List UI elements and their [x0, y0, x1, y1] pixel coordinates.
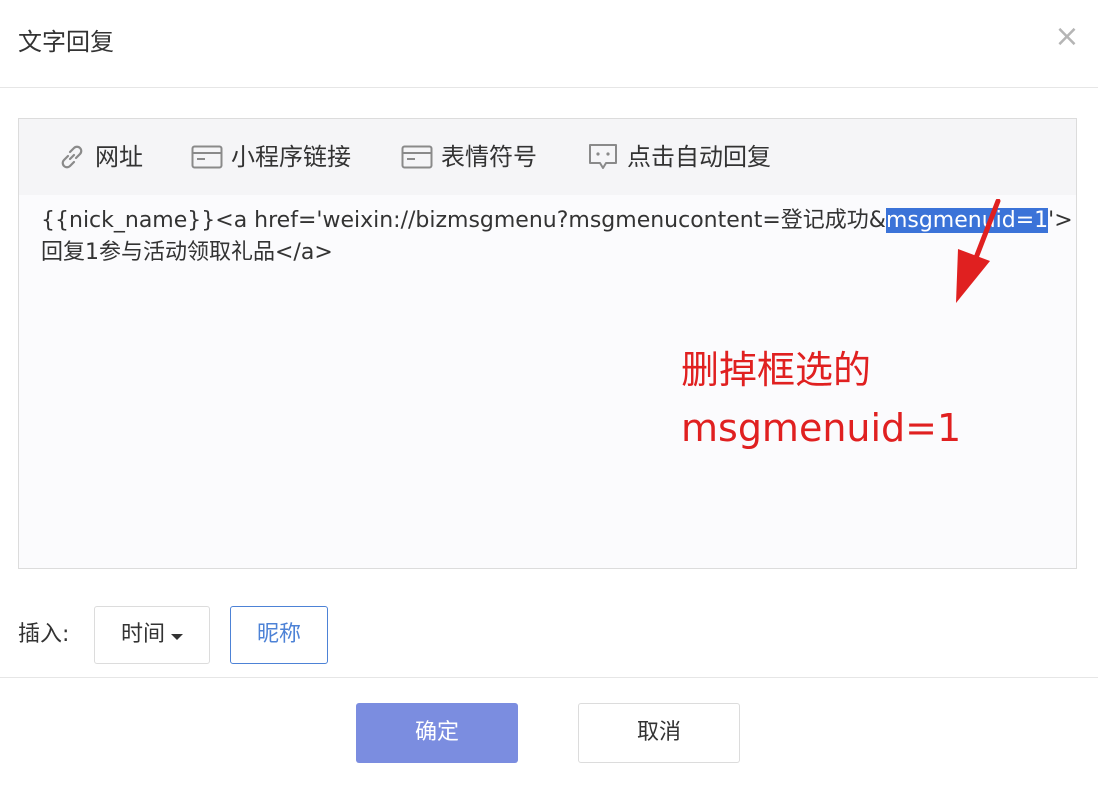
text-reply-dialog: 文字回复 × 网址 小程序链接 表情符号 点击自动回复 {{nick_name}…	[0, 0, 1098, 788]
annotation-line-2: msgmenuid=1	[681, 406, 962, 450]
toolbar-link-button[interactable]: 网址	[57, 141, 143, 173]
dialog-header: 文字回复 ×	[0, 0, 1098, 88]
editor-line-1: {{nick_name}}<a href='weixin://bizmsgmen…	[41, 205, 1073, 237]
insert-nickname-button[interactable]: 昵称	[230, 606, 328, 664]
cancel-button[interactable]: 取消	[578, 703, 740, 763]
card-icon	[191, 144, 223, 170]
editor-toolbar: 网址 小程序链接 表情符号 点击自动回复	[19, 119, 1076, 195]
reply-editor[interactable]: 网址 小程序链接 表情符号 点击自动回复 {{nick_name}}<a hre…	[18, 118, 1077, 569]
editor-text-before-selection: {{nick_name}}<a href='weixin://bizmsgmen…	[41, 208, 886, 233]
toolbar-auto-reply-button[interactable]: 点击自动回复	[587, 141, 771, 173]
footer-divider	[0, 677, 1098, 678]
toolbar-emoji-label: 表情符号	[441, 143, 537, 171]
annotation-line-1: 删掉框选的	[681, 348, 872, 392]
editor-line-2: 回复1参与活动领取礼品</a>	[41, 240, 333, 265]
toolbar-link-label: 网址	[95, 143, 143, 171]
editor-content[interactable]: {{nick_name}}<a href='weixin://bizmsgmen…	[41, 205, 1073, 269]
link-icon	[57, 142, 87, 172]
insert-label: 插入:	[18, 622, 70, 647]
toolbar-miniprogram-button[interactable]: 小程序链接	[191, 141, 351, 173]
card-icon	[401, 144, 433, 170]
close-icon[interactable]: ×	[1050, 22, 1084, 56]
toolbar-emoji-button[interactable]: 表情符号	[401, 141, 537, 173]
insert-time-label: 时间	[120, 622, 165, 647]
confirm-button[interactable]: 确定	[356, 703, 518, 763]
toolbar-auto-reply-label: 点击自动回复	[627, 143, 771, 171]
caret-down-icon	[171, 633, 183, 640]
dialog-title: 文字回复	[18, 28, 114, 56]
insert-time-dropdown[interactable]: 时间	[94, 606, 210, 664]
red-arrow-icon	[934, 198, 1004, 313]
chat-bubble-icon	[587, 142, 619, 172]
annotation-note: 删掉框选的 msgmenuid=1	[681, 341, 961, 457]
editor-text-after-selection: '>	[1048, 208, 1073, 233]
toolbar-miniprogram-label: 小程序链接	[231, 143, 351, 171]
